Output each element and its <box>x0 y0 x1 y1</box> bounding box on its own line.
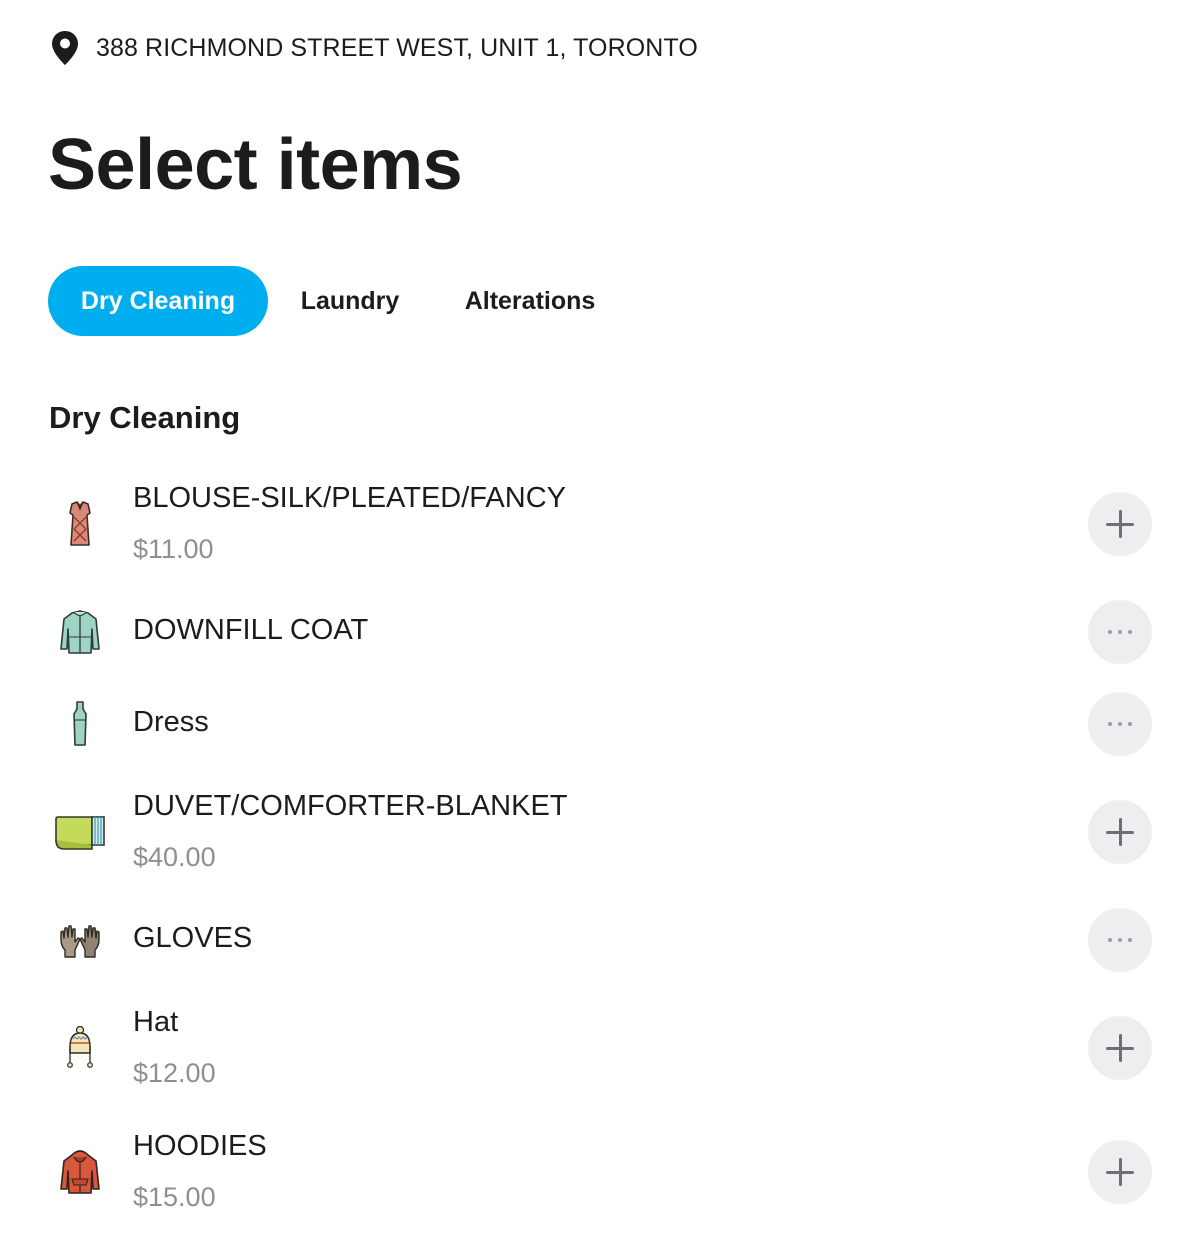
address-bar[interactable]: 388 RICHMOND STREET WEST, UNIT 1, TORONT… <box>50 30 698 66</box>
hoodie-icon <box>52 1144 108 1200</box>
gloves-icon <box>52 912 108 968</box>
hat-icon <box>52 1020 108 1076</box>
item-name: DUVET/COMFORTER-BLANKET <box>133 790 568 822</box>
blouse-icon <box>52 496 108 552</box>
more-options-button[interactable] <box>1088 692 1152 756</box>
tab-laundry[interactable]: Laundry <box>268 266 432 336</box>
item-name: GLOVES <box>133 922 253 954</box>
location-pin-icon <box>50 30 80 66</box>
more-icon <box>1108 630 1132 634</box>
more-options-button[interactable] <box>1088 908 1152 972</box>
tab-dry-cleaning[interactable]: Dry Cleaning <box>48 266 268 336</box>
item-price: $12.00 <box>133 1058 216 1088</box>
category-tabs: Dry Cleaning Laundry Alterations <box>48 266 628 336</box>
add-icon <box>1106 1158 1134 1186</box>
item-price: $15.00 <box>133 1182 216 1212</box>
dress-icon <box>52 696 108 752</box>
address-text: 388 RICHMOND STREET WEST, UNIT 1, TORONT… <box>96 33 698 62</box>
add-item-button[interactable] <box>1088 800 1152 864</box>
add-item-button[interactable] <box>1088 1016 1152 1080</box>
item-name: Dress <box>133 706 209 738</box>
item-name: DOWNFILL COAT <box>133 614 369 646</box>
more-options-button[interactable] <box>1088 600 1152 664</box>
item-name: HOODIES <box>133 1130 267 1162</box>
add-icon <box>1106 1034 1134 1062</box>
section-title: Dry Cleaning <box>49 400 241 435</box>
add-item-button[interactable] <box>1088 492 1152 556</box>
coat-icon <box>52 604 108 660</box>
blanket-icon <box>52 804 108 860</box>
add-icon <box>1106 510 1134 538</box>
page-title: Select items <box>48 125 463 205</box>
more-icon <box>1108 722 1132 726</box>
item-price: $40.00 <box>133 842 216 872</box>
tab-alterations[interactable]: Alterations <box>432 266 628 336</box>
item-name: Hat <box>133 1006 179 1038</box>
more-icon <box>1108 938 1132 942</box>
add-icon <box>1106 818 1134 846</box>
add-item-button[interactable] <box>1088 1140 1152 1204</box>
item-name: BLOUSE-SILK/PLEATED/FANCY <box>133 482 566 514</box>
item-price: $11.00 <box>133 534 214 564</box>
